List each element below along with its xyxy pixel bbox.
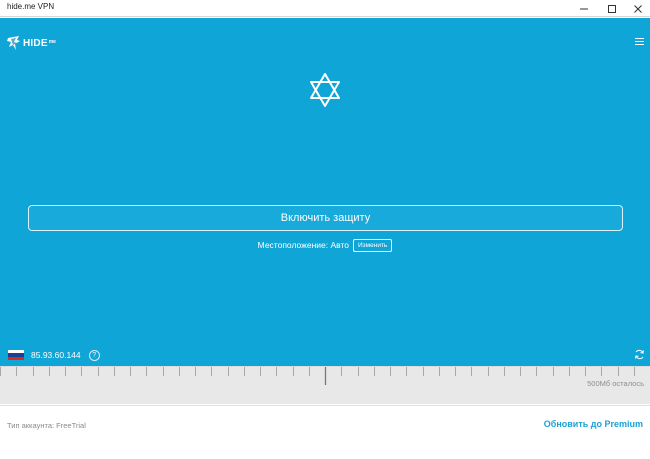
- account-type-label: Тип аккаунта: FreeTrial: [7, 421, 86, 430]
- maximize-button[interactable]: [598, 0, 626, 17]
- hamburger-menu-icon[interactable]: [635, 37, 644, 46]
- location-label: Местоположение: Авто: [257, 240, 349, 250]
- connect-button[interactable]: Включить защиту: [28, 205, 623, 231]
- ip-status: 85.93.60.144 ?: [8, 349, 100, 361]
- ruler-ticks: [0, 367, 635, 385]
- footer: Тип аккаунта: FreeTrial Обновить до Prem…: [0, 405, 650, 459]
- russia-flag-icon: [8, 350, 24, 360]
- upgrade-premium-link[interactable]: Обновить до Premium: [544, 419, 643, 429]
- window-titlebar: hide.me VPN: [0, 0, 650, 17]
- close-icon: [634, 4, 642, 13]
- app-logo: HIDE me: [7, 34, 67, 52]
- star-of-david-icon: [310, 73, 340, 107]
- logo-sub: me: [48, 38, 56, 45]
- close-button[interactable]: [624, 0, 650, 17]
- help-icon[interactable]: ?: [88, 349, 100, 361]
- minimize-button[interactable]: [570, 0, 598, 17]
- location-row: Местоположение: Авто Изменить: [0, 237, 650, 253]
- data-usage-ruler: 500Мб осталось: [0, 366, 650, 404]
- window-title: hide.me VPN: [7, 2, 55, 11]
- logo-text: HIDE: [23, 37, 48, 49]
- data-remaining-label: 500Мб осталось: [587, 379, 644, 388]
- ip-address: 85.93.60.144: [31, 350, 81, 360]
- runner-icon: [7, 36, 20, 50]
- change-location-button[interactable]: Изменить: [353, 238, 393, 252]
- main-panel: HIDE me Включить защиту Местоположение: …: [0, 18, 650, 366]
- refresh-icon[interactable]: [634, 349, 645, 360]
- maximize-icon: [608, 4, 616, 13]
- minimize-icon: [580, 8, 588, 9]
